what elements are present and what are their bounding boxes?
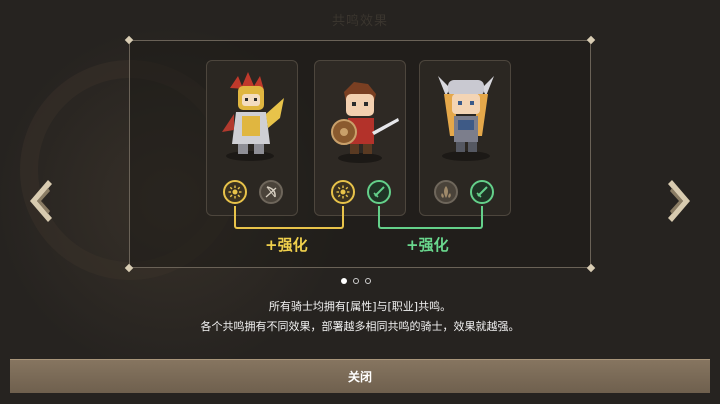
attribute-connector (234, 206, 344, 229)
attribute-badge[interactable] (331, 180, 355, 204)
pagination (341, 278, 371, 284)
class-connector (378, 206, 483, 229)
sun-icon (228, 185, 242, 199)
page-dot-active[interactable] (341, 278, 347, 284)
sword-icon (373, 186, 385, 198)
previous-page-arrow-icon[interactable] (26, 178, 54, 224)
description-line-1: 所有骑士均拥有[属性]与[职业]共鸣。 (268, 300, 452, 313)
class-badge[interactable] (367, 180, 391, 204)
sword-icon (476, 186, 488, 198)
class-bonus-label: +强化 (406, 236, 449, 254)
next-page-arrow-icon[interactable] (666, 178, 694, 224)
close-button[interactable]: 关闭 (10, 359, 710, 393)
page-dot[interactable] (365, 278, 371, 284)
close-button-label: 关闭 (347, 370, 372, 384)
attribute-badge[interactable] (223, 180, 247, 204)
dragon-knight-portrait (222, 72, 284, 161)
attribute-badge[interactable] (434, 180, 458, 204)
class-badge[interactable] (470, 180, 494, 204)
sun-icon (336, 185, 350, 199)
bow-icon (265, 186, 277, 198)
description-line-2: 各个共鸣拥有不同效果，部署越多相同共鸣的骑士，效果就越强。 (200, 320, 520, 333)
page-dot[interactable] (353, 278, 359, 284)
attribute-bonus-label: +强化 (265, 236, 308, 254)
page-title: 共鸣效果 (331, 14, 388, 29)
class-badge[interactable] (259, 180, 283, 204)
young-warrior-portrait (331, 82, 399, 163)
earth-icon (441, 186, 451, 198)
valkyrie-portrait (438, 76, 494, 161)
frame-corner (586, 263, 596, 273)
